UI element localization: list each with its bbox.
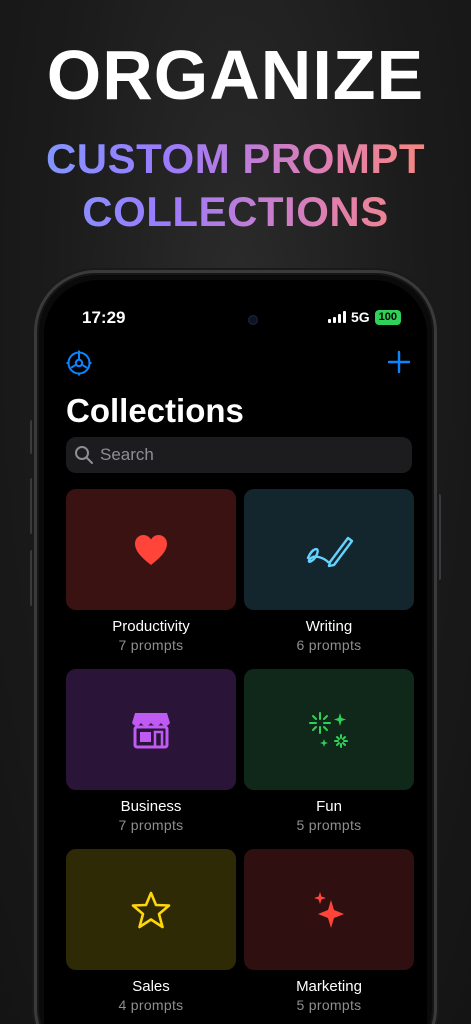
battery-badge: 100 bbox=[374, 309, 401, 325]
collection-card-fun[interactable]: Fun 5 prompts bbox=[244, 669, 414, 849]
status-indicators: 5G 100 bbox=[327, 309, 401, 325]
dynamic-island bbox=[178, 304, 288, 336]
collection-count: 7 prompts bbox=[118, 637, 184, 653]
phone-screen: 17:29 5G 100 Collections Search Producti… bbox=[44, 280, 427, 1024]
sparkles-icon bbox=[314, 891, 344, 928]
collection-tile[interactable] bbox=[66, 669, 236, 790]
collection-card-writing[interactable]: Writing 6 prompts bbox=[244, 489, 414, 669]
collection-name: Productivity bbox=[112, 618, 190, 635]
pencil-scribble-icon bbox=[306, 536, 354, 567]
collection-count: 5 prompts bbox=[296, 997, 362, 1013]
collection-count: 5 prompts bbox=[296, 817, 362, 833]
network-type: 5G bbox=[350, 309, 370, 325]
collection-count: 4 prompts bbox=[118, 997, 184, 1013]
collection-name: Writing bbox=[305, 618, 353, 635]
phone-frame: 17:29 5G 100 Collections Search Producti… bbox=[34, 270, 437, 1024]
fireworks-icon bbox=[309, 711, 348, 748]
collection-tile[interactable] bbox=[66, 849, 236, 970]
heart-icon bbox=[135, 534, 167, 565]
collection-count: 7 prompts bbox=[118, 817, 184, 833]
subheadline-line-1: CUSTOM PROMPT bbox=[0, 138, 471, 180]
collection-name: Sales bbox=[132, 978, 170, 995]
camera-icon bbox=[248, 315, 258, 325]
headline: ORGANIZE bbox=[46, 36, 425, 114]
collection-tile[interactable] bbox=[244, 669, 414, 790]
collections-grid: Productivity 7 prompts Writing 6 prompts bbox=[66, 489, 414, 1024]
collection-card-sales[interactable]: Sales 4 prompts bbox=[66, 849, 236, 1024]
search-icon bbox=[75, 446, 93, 464]
gear-icon[interactable] bbox=[66, 350, 92, 376]
signal-bars-icon bbox=[327, 311, 346, 323]
collection-name: Marketing bbox=[296, 978, 362, 995]
search-input[interactable] bbox=[100, 445, 400, 465]
collection-card-marketing[interactable]: Marketing 5 prompts bbox=[244, 849, 414, 1024]
page-title: Collections bbox=[66, 392, 244, 429]
plus-icon[interactable] bbox=[387, 350, 411, 374]
collection-tile[interactable] bbox=[244, 489, 414, 610]
collection-name: Business bbox=[120, 798, 182, 815]
subheadline-line-2: COLLECTIONS bbox=[0, 191, 471, 233]
collection-card-productivity[interactable]: Productivity 7 prompts bbox=[66, 489, 236, 669]
collection-count: 6 prompts bbox=[296, 637, 362, 653]
star-icon bbox=[131, 891, 171, 928]
collection-tile[interactable] bbox=[66, 489, 236, 610]
power-button bbox=[437, 494, 441, 580]
storefront-icon bbox=[132, 712, 170, 748]
status-time: 17:29 bbox=[82, 308, 126, 327]
collection-tile[interactable] bbox=[244, 849, 414, 970]
collection-card-business[interactable]: Business 7 prompts bbox=[66, 669, 236, 849]
collection-name: Fun bbox=[316, 798, 342, 815]
search-bar[interactable] bbox=[66, 437, 412, 473]
